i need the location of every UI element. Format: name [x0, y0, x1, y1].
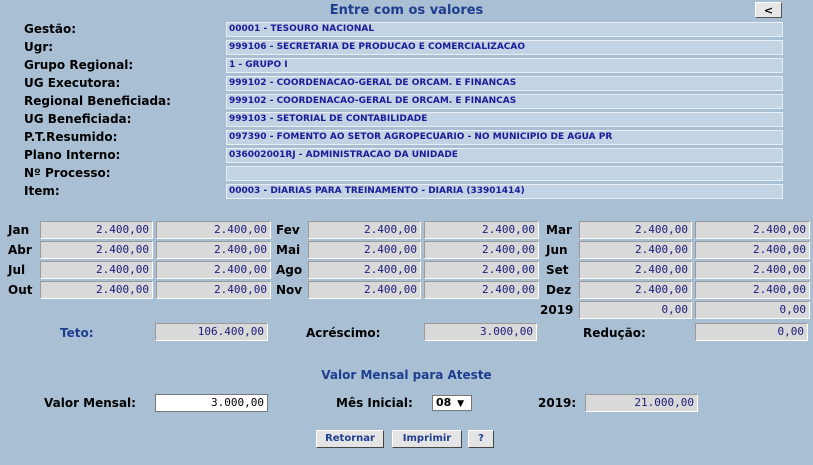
field-value-plano-interno: 036002001RJ - ADMINISTRACAO DA UNIDADE	[226, 148, 783, 163]
month-set-value-a: 2.400,00	[579, 261, 692, 279]
month-abr-value-b: 2.400,00	[156, 241, 271, 259]
month-label-out: Out	[8, 283, 33, 297]
month-set-value-b: 2.400,00	[695, 261, 810, 279]
chevron-down-icon: ▼	[457, 399, 465, 409]
month-label-jul: Jul	[8, 263, 26, 277]
month-label-mai: Mai	[276, 243, 301, 257]
month-jun-value-a: 2.400,00	[579, 241, 692, 259]
month-fev-value-a: 2.400,00	[308, 221, 421, 239]
teto-label: Teto:	[60, 326, 94, 340]
imprimir-button[interactable]: Imprimir	[392, 430, 462, 448]
month-jul-value-a: 2.400,00	[40, 261, 153, 279]
month-mai-value-b: 2.400,00	[424, 241, 539, 259]
acrescimo-label: Acréscimo:	[306, 326, 381, 340]
month-out-value-a: 2.400,00	[40, 281, 153, 299]
month-ago-value-b: 2.400,00	[424, 261, 539, 279]
mes-inicial-label: Mês Inicial:	[336, 396, 413, 410]
year-2019-value-b: 0,00	[695, 301, 810, 319]
valor-mensal-input[interactable]: 3.000,00	[155, 394, 268, 412]
month-jan-value-a: 2.400,00	[40, 221, 153, 239]
month-jul-value-b: 2.400,00	[156, 261, 271, 279]
acrescimo-value: 3.000,00	[424, 323, 537, 341]
back-button[interactable]: <	[755, 2, 782, 18]
mes-inicial-select[interactable]: 08 ▼	[432, 395, 472, 411]
month-label-fev: Fev	[276, 223, 300, 237]
year-2019-value-a: 0,00	[579, 301, 692, 319]
month-jun-value-b: 2.400,00	[695, 241, 810, 259]
field-value-grupo-regional: 1 - GRUPO I	[226, 58, 783, 73]
field-value-pt-resumido: 097390 - FOMENTO AO SETOR AGROPECUARIO -…	[226, 130, 783, 145]
field-label-ugr: Ugr:	[24, 40, 54, 54]
year-2019-ateste-value: 21.000,00	[585, 394, 698, 412]
help-button[interactable]: ?	[468, 430, 494, 448]
field-value-gestao: 00001 - TESOURO NACIONAL	[226, 22, 783, 37]
field-value-ugr: 999106 - SECRETARIA DE PRODUCAO E COMERC…	[226, 40, 783, 55]
month-ago-value-a: 2.400,00	[308, 261, 421, 279]
ateste-section-title: Valor Mensal para Ateste	[321, 368, 492, 382]
month-label-mar: Mar	[546, 223, 572, 237]
month-label-dez: Dez	[546, 283, 572, 297]
month-dez-value-a: 2.400,00	[579, 281, 692, 299]
month-nov-value-a: 2.400,00	[308, 281, 421, 299]
month-mai-value-a: 2.400,00	[308, 241, 421, 259]
valor-mensal-label: Valor Mensal:	[44, 396, 136, 410]
field-label-ug-executora: UG Executora:	[24, 76, 121, 90]
month-jan-value-b: 2.400,00	[156, 221, 271, 239]
retornar-button[interactable]: Retornar	[316, 430, 384, 448]
month-label-jan: Jan	[8, 223, 30, 237]
month-mar-value-a: 2.400,00	[579, 221, 692, 239]
field-value-ug-beneficiada: 999103 - SETORIAL DE CONTABILIDADE	[226, 112, 783, 127]
field-label-numero-processo: Nº Processo:	[24, 166, 111, 180]
teto-value: 106.400,00	[155, 323, 268, 341]
mes-inicial-value: 08	[436, 396, 452, 409]
field-label-ug-beneficiada: UG Beneficiada:	[24, 112, 132, 126]
month-nov-value-b: 2.400,00	[424, 281, 539, 299]
month-label-abr: Abr	[8, 243, 32, 257]
field-label-pt-resumido: P.T.Resumido:	[24, 130, 118, 144]
page-title: Entre com os valores	[329, 3, 484, 18]
reducao-value: 0,00	[695, 323, 808, 341]
year-label-2019: 2019	[540, 303, 574, 317]
month-dez-value-b: 2.400,00	[695, 281, 810, 299]
field-label-regional-beneficiada: Regional Beneficiada:	[24, 94, 171, 108]
reducao-label: Redução:	[583, 326, 646, 340]
field-value-item: 00003 - DIARIAS PARA TREINAMENTO - DIARI…	[226, 184, 783, 199]
field-value-numero-processo	[226, 166, 783, 181]
month-abr-value-a: 2.400,00	[40, 241, 153, 259]
field-label-gestao: Gestão:	[24, 22, 77, 36]
year-2019-ateste-label: 2019:	[538, 396, 577, 410]
month-label-jun: Jun	[546, 243, 568, 257]
month-label-set: Set	[546, 263, 569, 277]
field-label-item: Item:	[24, 184, 60, 198]
field-value-ug-executora: 999102 - COORDENACAO-GERAL DE ORCAM. E F…	[226, 76, 783, 91]
field-value-regional-beneficiada: 999102 - COORDENACAO-GERAL DE ORCAM. E F…	[226, 94, 783, 109]
field-label-grupo-regional: Grupo Regional:	[24, 58, 134, 72]
field-label-plano-interno: Plano Interno:	[24, 148, 121, 162]
month-label-nov: Nov	[276, 283, 303, 297]
month-out-value-b: 2.400,00	[156, 281, 271, 299]
month-label-ago: Ago	[276, 263, 303, 277]
month-fev-value-b: 2.400,00	[424, 221, 539, 239]
month-mar-value-b: 2.400,00	[695, 221, 810, 239]
